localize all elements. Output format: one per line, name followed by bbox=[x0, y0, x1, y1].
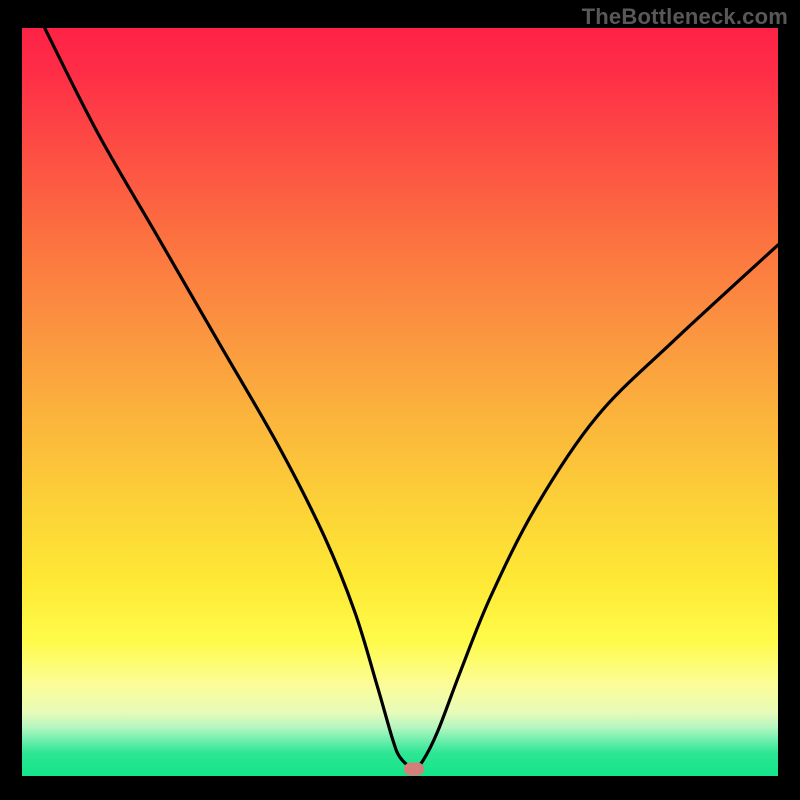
chart-frame: TheBottleneck.com bbox=[0, 0, 800, 800]
minimum-marker bbox=[404, 762, 424, 775]
bottleneck-curve bbox=[45, 28, 778, 769]
plot-area bbox=[22, 28, 778, 776]
watermark-text: TheBottleneck.com bbox=[582, 4, 788, 30]
curve-svg bbox=[22, 28, 778, 776]
